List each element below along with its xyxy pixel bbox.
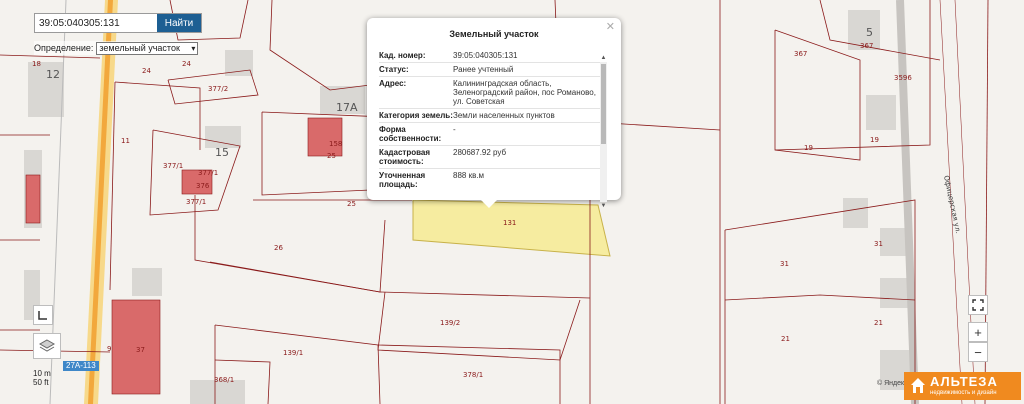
info-row: Уточненная площадь: 888 кв.м: [379, 169, 601, 190]
chevron-down-icon: ▾: [191, 43, 196, 53]
close-icon[interactable]: ✕: [606, 20, 615, 33]
logo-title: АЛЬТЕЗА: [930, 374, 998, 389]
info-value: Земли населенных пунктов: [453, 111, 555, 120]
parcel-label: 158: [329, 140, 342, 148]
info-key: Форма собственности:: [379, 125, 442, 143]
info-key: Кад. номер:: [379, 51, 426, 60]
parcel-label: 37: [136, 346, 145, 354]
info-row: Адрес: Калининградская область, Зеленогра…: [379, 77, 601, 109]
definition-selected: земельный участок: [99, 42, 180, 53]
parcel-label: 376: [196, 182, 210, 190]
parcel-label: 377/1: [186, 198, 206, 206]
logo-subtitle: недвижимость и дизайн: [930, 390, 997, 396]
info-value: -: [453, 125, 456, 134]
parcel-label: 17А: [336, 101, 358, 114]
parcel-label: 26: [274, 244, 283, 252]
parcel-label: 31: [874, 240, 883, 248]
scale-metric: 10 m: [33, 369, 51, 378]
fullscreen-button[interactable]: [968, 295, 988, 315]
parcel-label: 378/1: [463, 371, 483, 379]
parcel-label: 31: [780, 260, 789, 268]
scroll-thumb[interactable]: [601, 64, 606, 144]
route-badge: 27А-113: [63, 361, 99, 371]
search-input[interactable]: [35, 14, 163, 32]
parcel-label: 15: [215, 146, 229, 159]
layers-button[interactable]: [33, 333, 61, 359]
popup-body: Кад. номер: 39:05:040305:131 Статус: Ранее…: [379, 49, 601, 190]
parcel-info-popup: Земельный участок ✕ Кад. номер: 39:05:040…: [367, 18, 621, 209]
info-row: Кадастровая стоимость: 280687.92 руб: [379, 146, 601, 169]
parcel-label: 377/1: [198, 169, 218, 177]
info-key: Уточненная площадь:: [379, 171, 426, 189]
parcel-label: 21: [874, 319, 883, 327]
info-row: Кад. номер: 39:05:040305:131: [379, 49, 601, 63]
scale-bar: 10 m 50 ft: [33, 369, 51, 387]
search-bar: Найти: [34, 13, 202, 33]
info-key: Кадастровая стоимость:: [379, 148, 431, 166]
definition-row: Определение: земельный участок ▾: [34, 41, 199, 55]
parcel-label: 12: [46, 68, 60, 81]
zoom-in-button[interactable]: +: [968, 322, 988, 342]
parcel-label: 3596: [894, 74, 912, 82]
parcel-label: 131: [503, 219, 516, 227]
info-value: 888 кв.м: [453, 171, 485, 180]
info-key: Адрес:: [379, 79, 407, 88]
info-value: 39:05:040305:131: [453, 51, 518, 60]
parcel-label: 367: [860, 42, 873, 50]
info-value: Ранее учтенный: [453, 65, 514, 74]
logo: АЛЬТЕЗА недвижимость и дизайн: [904, 372, 1021, 400]
info-key: Статус:: [379, 65, 409, 74]
parcel-label: 21: [781, 335, 790, 343]
parcel-label: 11: [121, 137, 130, 145]
parcel-label: 19: [870, 136, 879, 144]
info-key: Категория земель:: [379, 111, 453, 120]
parcel-label: 25: [327, 152, 336, 160]
parcel-label: 9: [107, 345, 111, 353]
ruler-button[interactable]: [33, 305, 53, 325]
parcel-label: 139/1: [283, 349, 303, 357]
info-value: Калининградская область, Зеленоградский …: [453, 79, 596, 106]
search-button[interactable]: Найти: [157, 14, 201, 32]
parcel-label: 139/2: [440, 319, 460, 327]
info-row: Категория земель: Земли населенных пункто…: [379, 109, 601, 123]
definition-label: Определение:: [34, 43, 94, 53]
info-row: Статус: Ранее учтенный: [379, 63, 601, 77]
parcel-label: 24: [142, 67, 151, 75]
parcel-label: 377/2: [208, 85, 228, 93]
parcel-label: 377/1: [163, 162, 183, 170]
popup-scrollbar[interactable]: ▲ ▼: [600, 54, 607, 210]
parcel-label: 18: [32, 60, 41, 68]
info-value: 280687.92 руб: [453, 148, 507, 157]
definition-select[interactable]: земельный участок ▾: [96, 41, 199, 55]
logo-house-icon: [911, 378, 925, 393]
parcel-label: 368/1: [214, 376, 234, 384]
zoom-out-button[interactable]: −: [968, 342, 988, 362]
parcel-label: 5: [866, 26, 873, 39]
layers-icon: [38, 339, 56, 352]
parcel-label: 19: [804, 144, 813, 152]
scroll-up-icon[interactable]: ▲: [600, 54, 607, 62]
parcel-label: 367: [794, 50, 807, 58]
info-row: Форма собственности: -: [379, 123, 601, 146]
fullscreen-icon: [972, 299, 984, 311]
scroll-down-icon[interactable]: ▼: [600, 202, 607, 210]
ruler-icon: [38, 311, 47, 320]
parcel-label: 24: [182, 60, 191, 68]
scale-imperial: 50 ft: [33, 378, 49, 387]
parcel-label: 25: [347, 200, 356, 208]
popup-title: Земельный участок: [449, 29, 539, 39]
